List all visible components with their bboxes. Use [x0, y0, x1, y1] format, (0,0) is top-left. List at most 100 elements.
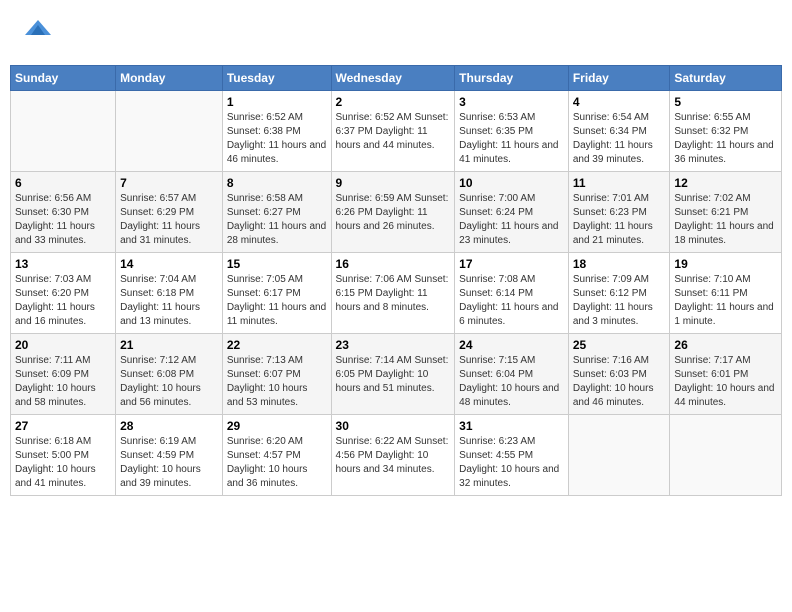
day-number: 8	[227, 176, 327, 190]
calendar-cell: 11Sunrise: 7:01 AM Sunset: 6:23 PM Dayli…	[568, 172, 670, 253]
calendar-cell: 13 Sunrise: 7:03 AM Sunset: 6:20 PM Dayli…	[11, 253, 116, 334]
calendar-cell: 8 Sunrise: 6:58 AM Sunset: 6:27 PM Daylig…	[222, 172, 331, 253]
calendar-cell	[568, 415, 670, 496]
day-info: Sunrise: 7:10 AM Sunset: 6:11 PM Dayligh…	[674, 273, 777, 329]
day-info: Sunrise: 6:56 AM Sunset: 6:30 PM Dayligh…	[15, 192, 111, 248]
day-number: 21	[120, 338, 218, 352]
calendar-table: SundayMondayTuesdayWednesdayThursdayFrid…	[10, 65, 782, 496]
day-info: Sunrise: 7:05 AM Sunset: 6:17 PM Dayligh…	[227, 273, 327, 329]
day-info: Sunrise: 7:06 AM Sunset: 6:15 PM Dayligh…	[336, 273, 451, 315]
calendar-cell: 15 Sunrise: 7:05 AM Sunset: 6:17 PM Dayli…	[222, 253, 331, 334]
page-header	[10, 10, 782, 55]
header-col-thursday: Thursday	[455, 66, 569, 91]
calendar-cell: 20 Sunrise: 7:11 AM Sunset: 6:09 PM Dayli…	[11, 334, 116, 415]
day-info: Sunrise: 6:54 AM Sunset: 6:34 PM Dayligh…	[573, 111, 666, 167]
day-number: 13	[15, 257, 111, 271]
logo-icon	[23, 15, 53, 45]
day-info: Sunrise: 7:00 AM Sunset: 6:24 PM Dayligh…	[459, 192, 564, 248]
calendar-cell: 30Sunrise: 6:22 AM Sunset: 4:56 PM Dayli…	[331, 415, 455, 496]
calendar-cell: 21 Sunrise: 7:12 AM Sunset: 6:08 PM Dayli…	[116, 334, 223, 415]
day-info: Sunrise: 6:52 AM Sunset: 6:38 PM Dayligh…	[227, 111, 327, 167]
day-number: 20	[15, 338, 111, 352]
day-info: Sunrise: 7:14 AM Sunset: 6:05 PM Dayligh…	[336, 354, 451, 396]
day-info: Sunrise: 7:09 AM Sunset: 6:12 PM Dayligh…	[573, 273, 666, 329]
day-number: 18	[573, 257, 666, 271]
day-number: 26	[674, 338, 777, 352]
day-info: Sunrise: 7:12 AM Sunset: 6:08 PM Dayligh…	[120, 354, 218, 410]
calendar-cell	[116, 91, 223, 172]
day-number: 22	[227, 338, 327, 352]
day-info: Sunrise: 7:11 AM Sunset: 6:09 PM Dayligh…	[15, 354, 111, 410]
day-number: 19	[674, 257, 777, 271]
week-row-2: 13 Sunrise: 7:03 AM Sunset: 6:20 PM Dayli…	[11, 253, 782, 334]
calendar-cell: 29 Sunrise: 6:20 AM Sunset: 4:57 PM Dayli…	[222, 415, 331, 496]
day-info: Sunrise: 6:58 AM Sunset: 6:27 PM Dayligh…	[227, 192, 327, 248]
calendar-cell: 1 Sunrise: 6:52 AM Sunset: 6:38 PM Daylig…	[222, 91, 331, 172]
day-number: 17	[459, 257, 564, 271]
day-number: 1	[227, 95, 327, 109]
week-row-4: 27 Sunrise: 6:18 AM Sunset: 5:00 PM Dayli…	[11, 415, 782, 496]
calendar-cell: 23Sunrise: 7:14 AM Sunset: 6:05 PM Dayli…	[331, 334, 455, 415]
day-info: Sunrise: 7:03 AM Sunset: 6:20 PM Dayligh…	[15, 273, 111, 329]
day-number: 4	[573, 95, 666, 109]
day-info: Sunrise: 7:17 AM Sunset: 6:01 PM Dayligh…	[674, 354, 777, 410]
day-number: 27	[15, 419, 111, 433]
day-number: 31	[459, 419, 564, 433]
calendar-cell: 12 Sunrise: 7:02 AM Sunset: 6:21 PM Dayli…	[670, 172, 782, 253]
day-number: 14	[120, 257, 218, 271]
calendar-cell: 25 Sunrise: 7:16 AM Sunset: 6:03 PM Dayli…	[568, 334, 670, 415]
calendar-cell: 31 Sunrise: 6:23 AM Sunset: 4:55 PM Dayli…	[455, 415, 569, 496]
day-number: 15	[227, 257, 327, 271]
day-info: Sunrise: 7:16 AM Sunset: 6:03 PM Dayligh…	[573, 354, 666, 410]
week-row-0: 1 Sunrise: 6:52 AM Sunset: 6:38 PM Daylig…	[11, 91, 782, 172]
header-col-wednesday: Wednesday	[331, 66, 455, 91]
calendar-cell: 17Sunrise: 7:08 AM Sunset: 6:14 PM Dayli…	[455, 253, 569, 334]
calendar-cell: 5 Sunrise: 6:55 AM Sunset: 6:32 PM Daylig…	[670, 91, 782, 172]
day-number: 12	[674, 176, 777, 190]
day-number: 5	[674, 95, 777, 109]
header-col-monday: Monday	[116, 66, 223, 91]
calendar-cell	[670, 415, 782, 496]
calendar-cell: 24 Sunrise: 7:15 AM Sunset: 6:04 PM Dayli…	[455, 334, 569, 415]
header-row: SundayMondayTuesdayWednesdayThursdayFrid…	[11, 66, 782, 91]
day-info: Sunrise: 6:23 AM Sunset: 4:55 PM Dayligh…	[459, 435, 564, 491]
day-number: 9	[336, 176, 451, 190]
calendar-body: 1 Sunrise: 6:52 AM Sunset: 6:38 PM Daylig…	[11, 91, 782, 496]
day-info: Sunrise: 7:15 AM Sunset: 6:04 PM Dayligh…	[459, 354, 564, 410]
calendar-cell: 18 Sunrise: 7:09 AM Sunset: 6:12 PM Dayli…	[568, 253, 670, 334]
day-number: 25	[573, 338, 666, 352]
week-row-3: 20 Sunrise: 7:11 AM Sunset: 6:09 PM Dayli…	[11, 334, 782, 415]
day-info: Sunrise: 7:13 AM Sunset: 6:07 PM Dayligh…	[227, 354, 327, 410]
day-number: 16	[336, 257, 451, 271]
day-info: Sunrise: 6:59 AM Sunset: 6:26 PM Dayligh…	[336, 192, 451, 234]
day-number: 24	[459, 338, 564, 352]
calendar-cell: 4 Sunrise: 6:54 AM Sunset: 6:34 PM Daylig…	[568, 91, 670, 172]
calendar-cell: 7Sunrise: 6:57 AM Sunset: 6:29 PM Daylig…	[116, 172, 223, 253]
calendar-header: SundayMondayTuesdayWednesdayThursdayFrid…	[11, 66, 782, 91]
day-number: 6	[15, 176, 111, 190]
calendar-cell: 2Sunrise: 6:52 AM Sunset: 6:37 PM Daylig…	[331, 91, 455, 172]
logo	[20, 15, 53, 50]
header-col-friday: Friday	[568, 66, 670, 91]
calendar-cell: 14Sunrise: 7:04 AM Sunset: 6:18 PM Dayli…	[116, 253, 223, 334]
day-number: 29	[227, 419, 327, 433]
calendar-cell: 3Sunrise: 6:53 AM Sunset: 6:35 PM Daylig…	[455, 91, 569, 172]
calendar-cell: 22 Sunrise: 7:13 AM Sunset: 6:07 PM Dayli…	[222, 334, 331, 415]
day-info: Sunrise: 6:20 AM Sunset: 4:57 PM Dayligh…	[227, 435, 327, 491]
day-info: Sunrise: 6:53 AM Sunset: 6:35 PM Dayligh…	[459, 111, 564, 167]
day-number: 28	[120, 419, 218, 433]
header-col-tuesday: Tuesday	[222, 66, 331, 91]
day-info: Sunrise: 7:02 AM Sunset: 6:21 PM Dayligh…	[674, 192, 777, 248]
calendar-cell: 10Sunrise: 7:00 AM Sunset: 6:24 PM Dayli…	[455, 172, 569, 253]
day-number: 30	[336, 419, 451, 433]
calendar-cell: 28 Sunrise: 6:19 AM Sunset: 4:59 PM Dayli…	[116, 415, 223, 496]
day-info: Sunrise: 6:18 AM Sunset: 5:00 PM Dayligh…	[15, 435, 111, 491]
calendar-cell: 9 Sunrise: 6:59 AM Sunset: 6:26 PM Daylig…	[331, 172, 455, 253]
calendar-cell: 6 Sunrise: 6:56 AM Sunset: 6:30 PM Daylig…	[11, 172, 116, 253]
day-number: 2	[336, 95, 451, 109]
calendar-cell: 27 Sunrise: 6:18 AM Sunset: 5:00 PM Dayli…	[11, 415, 116, 496]
day-info: Sunrise: 6:55 AM Sunset: 6:32 PM Dayligh…	[674, 111, 777, 167]
day-number: 11	[573, 176, 666, 190]
day-info: Sunrise: 6:19 AM Sunset: 4:59 PM Dayligh…	[120, 435, 218, 491]
header-col-saturday: Saturday	[670, 66, 782, 91]
